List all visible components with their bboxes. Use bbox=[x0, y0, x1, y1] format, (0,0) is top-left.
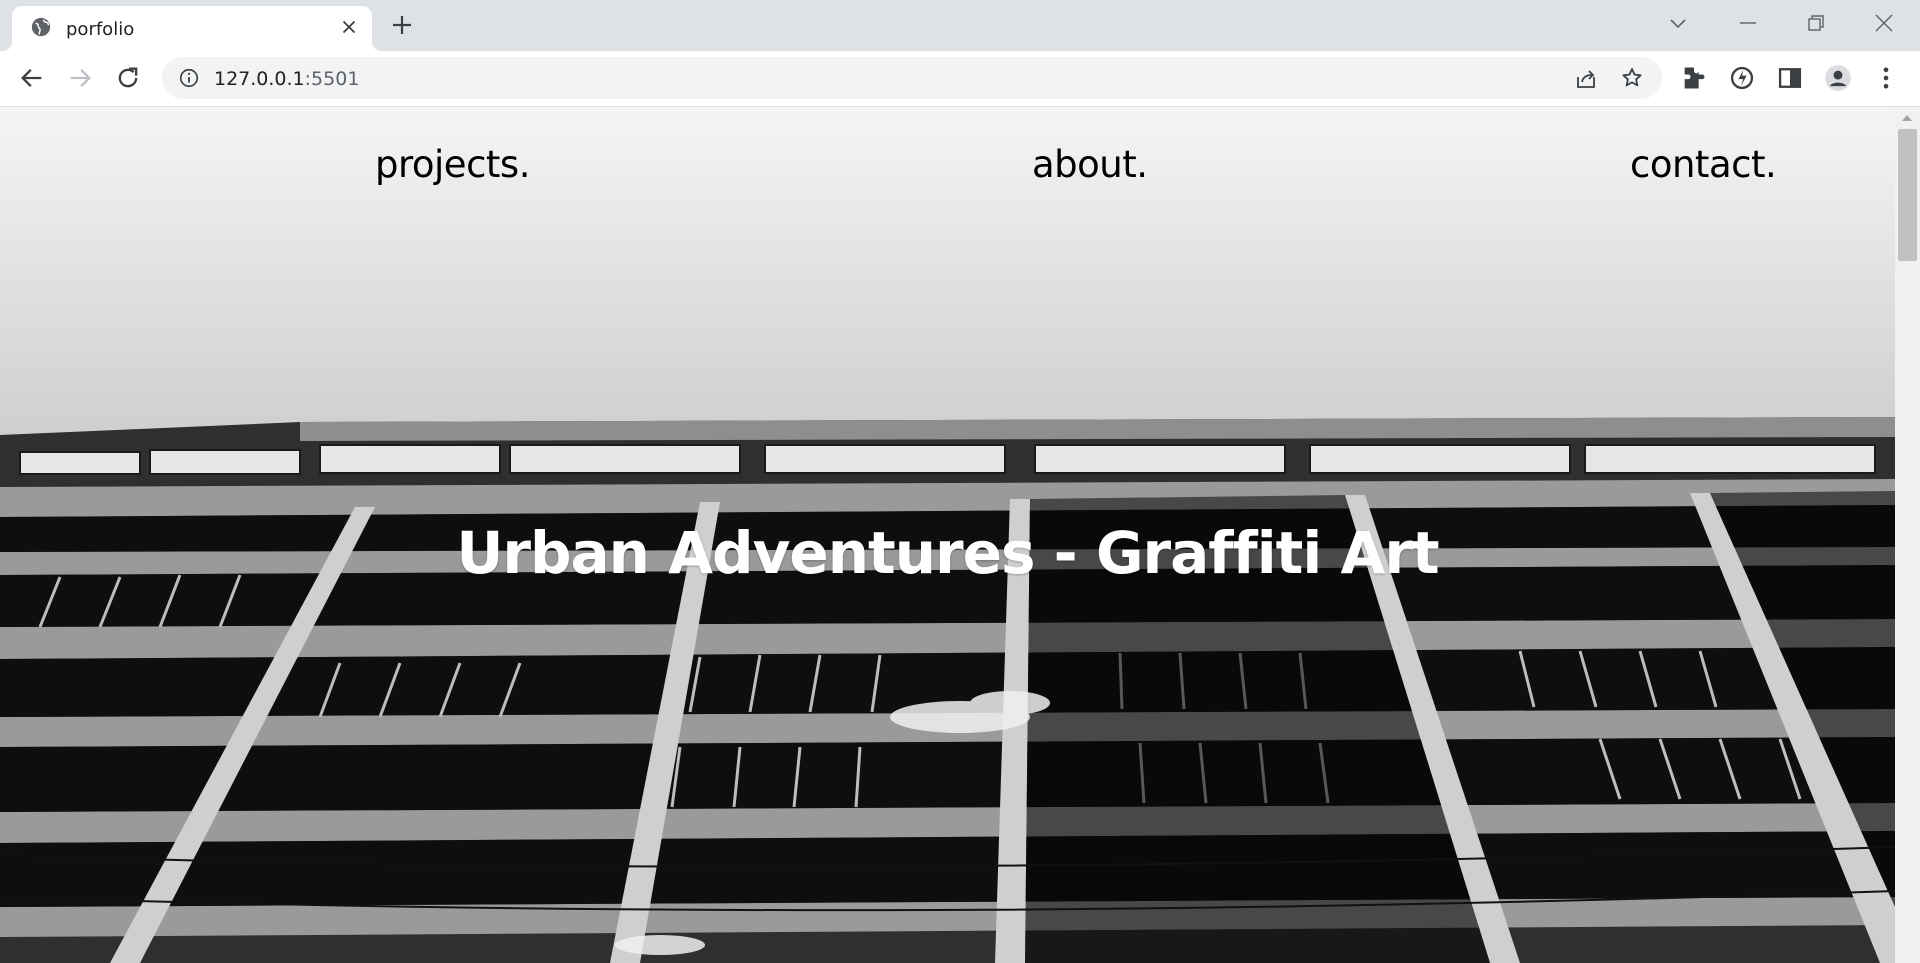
close-icon[interactable] bbox=[338, 16, 360, 38]
back-arrow-icon[interactable] bbox=[18, 64, 46, 92]
more-menu-icon[interactable] bbox=[1872, 64, 1900, 92]
forward-arrow-icon[interactable] bbox=[66, 64, 94, 92]
nav-link-about[interactable]: about. bbox=[1032, 143, 1148, 186]
tab-title: porfolio bbox=[66, 19, 135, 40]
plus-icon[interactable] bbox=[390, 13, 414, 37]
extensions-icon[interactable] bbox=[1680, 64, 1708, 92]
nav-link-contact[interactable]: contact. bbox=[1630, 143, 1777, 186]
url-host: 127.0.0.1 bbox=[214, 68, 305, 90]
nav-link-projects[interactable]: projects. bbox=[375, 143, 530, 186]
hero-title: Urban Adventures - Graffiti Art bbox=[456, 519, 1439, 587]
page-viewport: projects. about. contact. Urban Adventur… bbox=[0, 107, 1895, 963]
address-bar[interactable]: 127.0.0.1:5501 bbox=[162, 57, 1662, 99]
window-close-icon[interactable] bbox=[1872, 11, 1896, 35]
globe-icon bbox=[31, 17, 51, 37]
url-port: :5501 bbox=[304, 68, 360, 90]
scroll-up-arrow-icon[interactable] bbox=[1901, 113, 1913, 123]
reload-icon[interactable] bbox=[114, 64, 142, 92]
chevron-down-icon[interactable] bbox=[1666, 11, 1690, 35]
share-icon[interactable] bbox=[1574, 67, 1598, 91]
performance-icon[interactable] bbox=[1728, 64, 1756, 92]
scrollbar-thumb[interactable] bbox=[1898, 129, 1917, 261]
side-panel-icon[interactable] bbox=[1776, 64, 1804, 92]
browser-toolbar: 127.0.0.1:5501 bbox=[0, 51, 1920, 107]
info-icon[interactable] bbox=[178, 67, 200, 89]
star-icon[interactable] bbox=[1620, 66, 1644, 90]
restore-icon[interactable] bbox=[1804, 11, 1828, 35]
url-text[interactable]: 127.0.0.1:5501 bbox=[214, 68, 359, 90]
tab-strip: porfolio bbox=[0, 0, 1920, 51]
minimize-icon[interactable] bbox=[1736, 11, 1760, 35]
browser-tab[interactable]: porfolio bbox=[2, 6, 382, 51]
page-scrollbar[interactable] bbox=[1895, 107, 1920, 963]
profile-icon[interactable] bbox=[1824, 64, 1852, 92]
